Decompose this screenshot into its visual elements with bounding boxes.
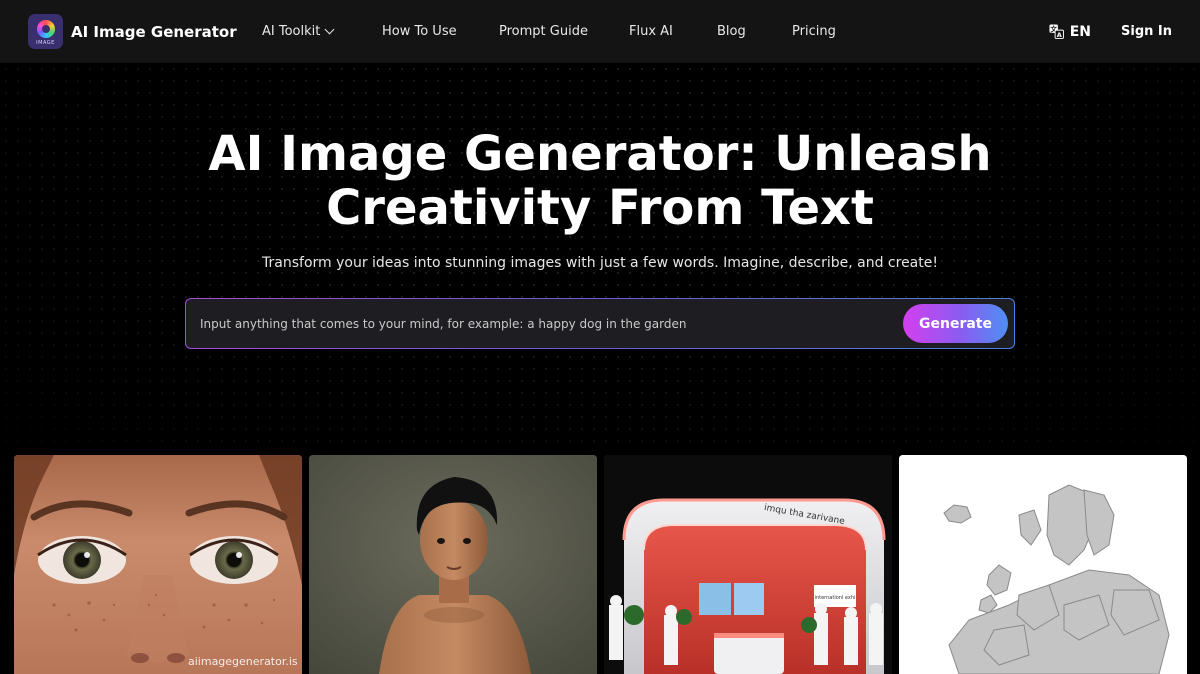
europe-map-image xyxy=(899,455,1187,674)
page-title: AI Image Generator: Unleash Creativity F… xyxy=(100,127,1100,235)
page-title-line-1: AI Image Generator: Unleash xyxy=(208,126,992,182)
prompt-box: Generate xyxy=(185,298,1015,349)
gallery-image-exhibition-booth[interactable]: internationl exhi imqu tha zarivane xyxy=(604,455,892,674)
nav-ai-toolkit-label: AI Toolkit xyxy=(262,24,321,39)
nav-pricing[interactable]: Pricing xyxy=(792,24,836,39)
page-title-line-2: Creativity From Text xyxy=(326,180,874,236)
gallery-image-boy-portrait[interactable] xyxy=(309,455,597,674)
nav-ai-toolkit[interactable]: AI Toolkit xyxy=(262,24,335,39)
brand-name: AI Image Generator xyxy=(71,22,237,41)
brand-home-link[interactable]: IMAGE AI Image Generator xyxy=(28,14,237,49)
gallery-image-europe-map[interactable] xyxy=(899,455,1187,674)
gallery-image-face-closeup[interactable]: aiimagegenerator.is xyxy=(14,455,302,674)
booth-sign-small: internationl exhi xyxy=(815,595,856,601)
nav-how-to-use[interactable]: How To Use xyxy=(382,24,457,39)
nav-blog[interactable]: Blog xyxy=(717,24,746,39)
prompt-input[interactable] xyxy=(198,299,888,348)
generate-button[interactable]: Generate xyxy=(903,304,1008,343)
prompt-box-inner: Generate xyxy=(186,299,1014,348)
language-switcher[interactable]: 文 A EN xyxy=(1049,24,1091,40)
chevron-down-icon xyxy=(324,24,335,35)
translate-icon: 文 A xyxy=(1049,24,1064,39)
brand-logo-icon: IMAGE xyxy=(28,14,63,49)
hero-subtitle: Transform your ideas into stunning image… xyxy=(262,255,938,271)
sign-in-link[interactable]: Sign In xyxy=(1121,24,1172,39)
nav-prompt-guide[interactable]: Prompt Guide xyxy=(499,24,588,39)
logo-text: IMAGE xyxy=(36,40,55,46)
top-navbar: IMAGE AI Image Generator AI Toolkit How … xyxy=(0,0,1200,63)
exhibition-booth-image: internationl exhi imqu tha zarivane xyxy=(604,455,892,674)
nav-flux-ai[interactable]: Flux AI xyxy=(629,24,673,39)
example-gallery: aiimagegenerator.is internationl exhi im… xyxy=(14,455,1187,674)
hero-section: AI Image Generator: Unleash Creativity F… xyxy=(0,63,1200,448)
face-closeup-image xyxy=(14,455,302,674)
nav-right: 文 A EN Sign In xyxy=(1049,0,1172,63)
watermark-text: aiimagegenerator.is xyxy=(188,655,298,668)
boy-portrait-image xyxy=(309,455,597,674)
language-label: EN xyxy=(1069,23,1091,40)
